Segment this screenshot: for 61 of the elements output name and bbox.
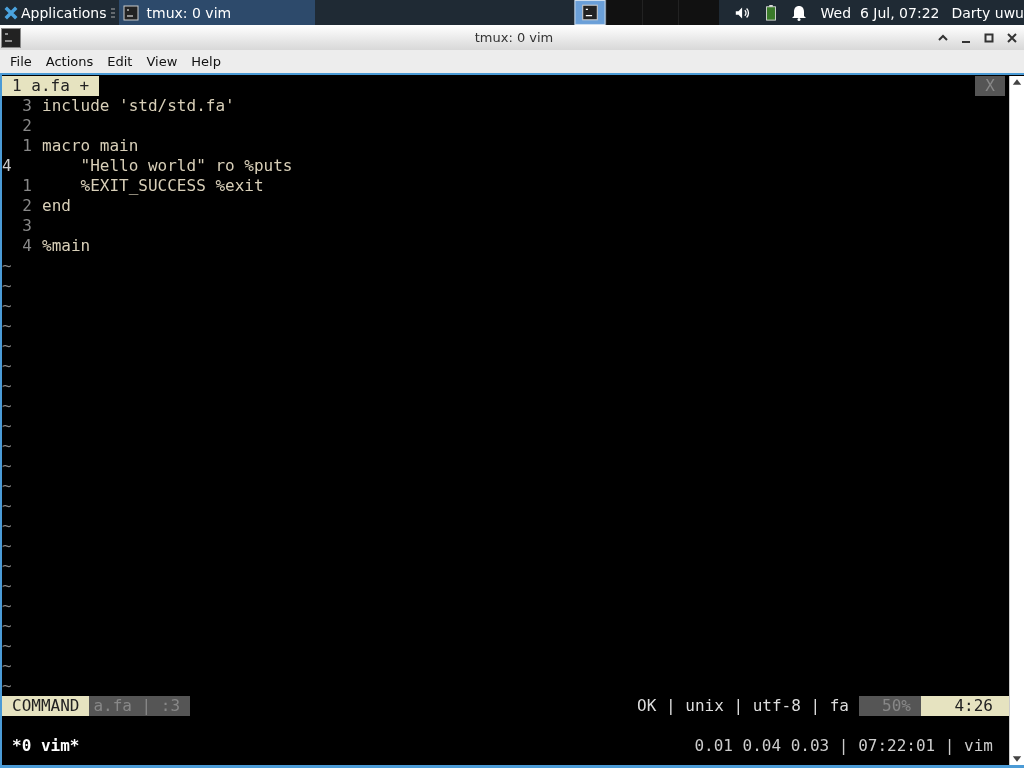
clock[interactable]: Wed 6 Jul, 07:22 bbox=[820, 4, 940, 21]
tmux-window[interactable]: *0 vim* bbox=[2, 736, 80, 756]
cursor-position: 4:26 bbox=[921, 696, 1009, 716]
menu-item[interactable]: Help bbox=[184, 54, 228, 69]
empty-line-marker: ~ bbox=[2, 296, 12, 316]
separator-icon bbox=[110, 6, 115, 19]
empty-line-marker: ~ bbox=[2, 416, 12, 436]
line-number: 4 bbox=[2, 156, 13, 176]
menu-item[interactable]: Edit bbox=[100, 54, 140, 69]
line-number: 3 bbox=[21, 216, 33, 236]
terminal-icon bbox=[122, 4, 139, 21]
empty-line-marker: ~ bbox=[2, 276, 12, 296]
line-number: 2 bbox=[21, 116, 33, 136]
menu-item[interactable]: Actions bbox=[38, 54, 101, 69]
code-line: %main bbox=[42, 236, 91, 256]
code-line: "Hello world" ro %puts bbox=[79, 156, 293, 176]
empty-line-marker: ~ bbox=[2, 496, 12, 516]
empty-line-marker: ~ bbox=[2, 456, 12, 476]
empty-line-marker: ~ bbox=[2, 596, 12, 616]
empty-line-marker: ~ bbox=[2, 316, 12, 336]
empty-line-marker: ~ bbox=[2, 536, 12, 556]
user-name[interactable]: Darty uwu bbox=[951, 4, 1024, 21]
empty-line-marker: ~ bbox=[2, 436, 12, 456]
line-number: 1 bbox=[21, 136, 33, 156]
empty-line-marker: ~ bbox=[2, 516, 12, 536]
code-line: end bbox=[42, 196, 71, 216]
window-title: tmux: 0 vim bbox=[473, 30, 555, 45]
scrollbar[interactable] bbox=[1009, 76, 1024, 765]
empty-line-marker: ~ bbox=[2, 476, 12, 496]
applications-menu[interactable]: Applications bbox=[21, 4, 107, 21]
close-icon[interactable] bbox=[1006, 31, 1018, 44]
buffer-tab[interactable]: 1 a.fa + bbox=[2, 76, 100, 96]
empty-line-marker: ~ bbox=[2, 556, 12, 576]
line-number: 3 bbox=[21, 96, 33, 116]
code-line: include 'std/std.fa' bbox=[42, 96, 235, 116]
line-number: 1 bbox=[21, 176, 33, 196]
empty-line-marker: ~ bbox=[2, 576, 12, 596]
empty-line-marker: ~ bbox=[2, 656, 12, 676]
menu-item[interactable]: View bbox=[139, 54, 185, 69]
menu-item[interactable]: File bbox=[3, 54, 39, 69]
empty-line-marker: ~ bbox=[2, 356, 12, 376]
taskbar-task[interactable]: tmux: 0 vim bbox=[118, 0, 315, 25]
x-logo-icon[interactable] bbox=[4, 5, 18, 20]
empty-line-marker: ~ bbox=[2, 376, 12, 396]
file-format-info: OK | unix | utf-8 | fa bbox=[637, 696, 850, 716]
empty-line-marker: ~ bbox=[2, 396, 12, 416]
workspace-terminal-icon[interactable] bbox=[573, 0, 606, 25]
empty-line-marker: ~ bbox=[2, 676, 12, 696]
line-number: 4 bbox=[21, 236, 33, 256]
code-line: macro main bbox=[42, 136, 139, 156]
tmux-status: 0.01 0.04 0.03 | 07:22:01 | vim bbox=[694, 736, 994, 756]
empty-line-marker: ~ bbox=[2, 336, 12, 356]
maximize-icon[interactable] bbox=[983, 31, 995, 44]
code-line: %EXIT_SUCCESS %exit bbox=[79, 176, 264, 196]
line-number: 2 bbox=[21, 196, 33, 216]
workspace-button[interactable] bbox=[605, 0, 642, 25]
empty-line-marker: ~ bbox=[2, 616, 12, 636]
empty-line-marker: ~ bbox=[2, 256, 12, 276]
empty-line-marker: ~ bbox=[2, 636, 12, 656]
mode-indicator: COMMAND bbox=[2, 696, 90, 716]
terminal-icon bbox=[1, 27, 21, 48]
